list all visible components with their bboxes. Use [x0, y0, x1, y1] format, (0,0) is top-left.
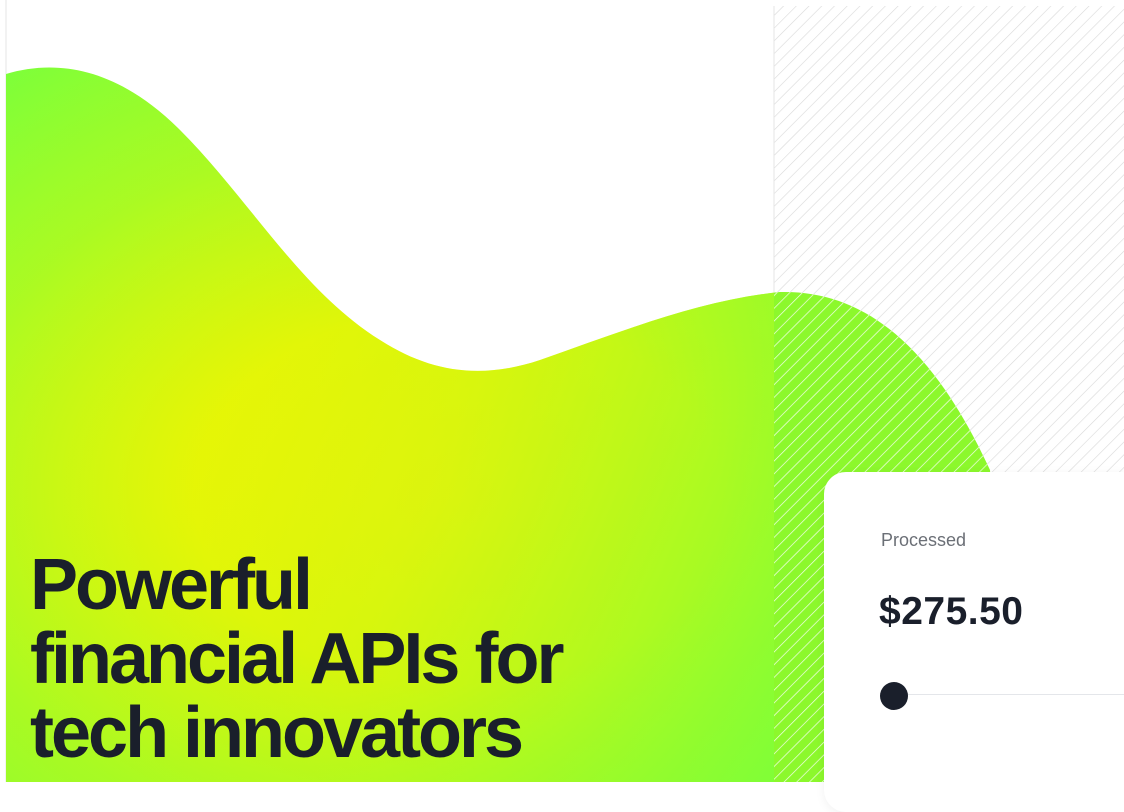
processed-amount: $275.50 [879, 590, 1024, 633]
hero-headline: Powerful financial APIs for tech innovat… [30, 545, 564, 773]
headline-line-1: Powerful [30, 545, 313, 625]
processed-label: Processed [881, 530, 967, 550]
progress-track [894, 694, 1124, 695]
progress-knob[interactable] [880, 682, 908, 710]
processed-card: Processed $275.50 [824, 472, 1124, 812]
headline-line-2: financial APIs for [30, 619, 564, 699]
headline-line-3: tech innovators [30, 693, 524, 773]
